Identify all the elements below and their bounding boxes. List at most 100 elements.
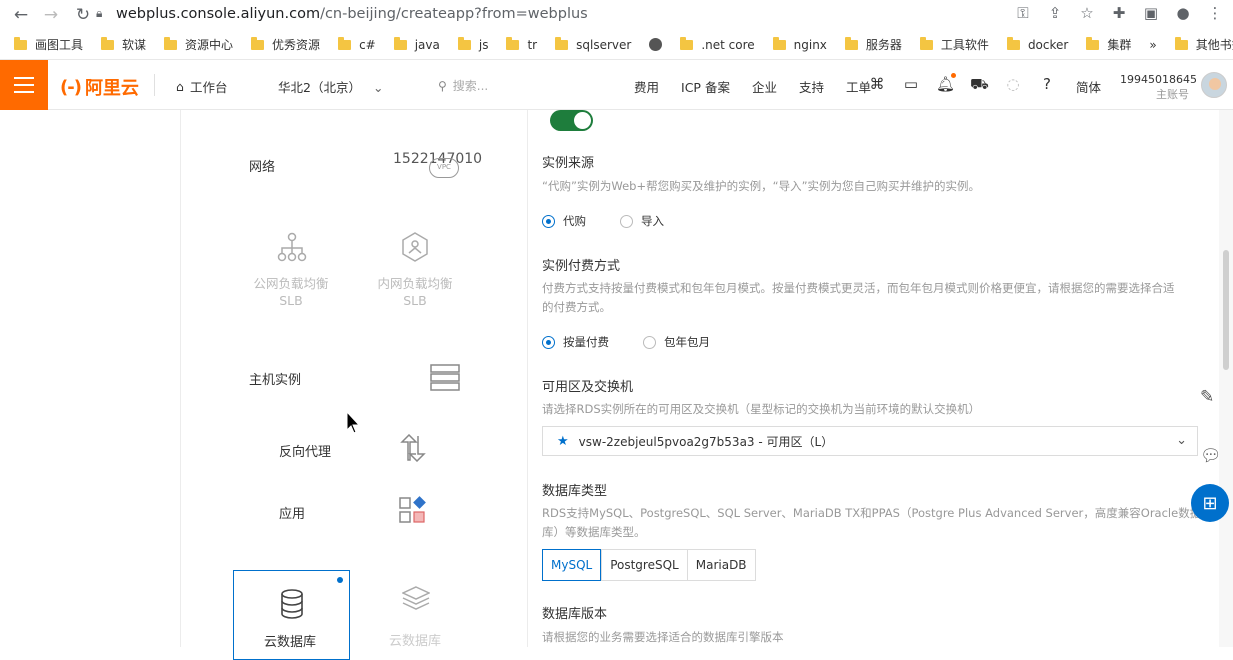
reverse-proxy-icon[interactable] (399, 433, 427, 466)
browser-actions: ⚿ ⇪ ☆ ✚ ▣ ● ⋮ (1013, 4, 1225, 22)
vswitch-select[interactable]: ★ vsw-2zebjeul5pvoa2g7b53a3 - 可用区（L） ⌄ (542, 426, 1198, 456)
billing-desc-line: 的付费方式。 (542, 300, 611, 314)
menu-icon[interactable]: ⋮ (1205, 4, 1225, 22)
bookmark-label: docker (1027, 37, 1069, 52)
billing-desc: 付费方式支持按量付费模式和包年包月模式。按量付费模式更灵活，而包年包月模式则价格… (542, 279, 1175, 317)
search-box[interactable]: ⚲ 搜索... (438, 77, 488, 94)
apps-float-icon[interactable]: ⊞ (1191, 484, 1229, 522)
address-bar[interactable]: webplus.console.aliyun.com/cn-beijing/cr… (116, 6, 588, 22)
console-header: (-) 阿里云 ⌂ 工作台 华北2（北京） ⌄ ⚲ 搜索... 费用 ICP 备… (0, 60, 1233, 110)
radio-daigou[interactable]: 代购 (542, 213, 586, 229)
extensions-icon[interactable]: ✚ (1109, 4, 1129, 22)
cart-icon[interactable]: ⛟ (970, 75, 989, 95)
bookmarks-overflow[interactable]: » (1149, 38, 1156, 52)
bookmark-label: 其他书签 (1195, 38, 1233, 52)
bookmark[interactable]: c# (338, 36, 376, 52)
bookmark-label: 资源中心 (185, 38, 234, 52)
bookmark[interactable]: 画图工具 (14, 36, 83, 53)
network-label: 网络 (249, 160, 276, 175)
dbtype-desc-line: 库）等数据库类型。 (542, 525, 646, 539)
nav-support[interactable]: 支持 (799, 77, 824, 96)
code-icon[interactable]: ⌘ (868, 75, 886, 95)
star-icon[interactable]: ☆ (1077, 4, 1097, 22)
private-slb-label[interactable]: 内网负载均衡 SLB (365, 275, 465, 309)
hamburger-menu-icon[interactable] (0, 60, 48, 110)
nav-enterprise[interactable]: 企业 (752, 77, 777, 96)
radio-label: 包年包月 (664, 335, 710, 349)
chat-icon[interactable]: 💬︎ (1200, 446, 1222, 466)
radio-import[interactable]: 导入 (620, 213, 664, 229)
db-mysql-option[interactable]: MySQL (542, 549, 602, 581)
help-icon[interactable]: ? (1038, 75, 1056, 95)
bookmark[interactable]: 服务器 (844, 36, 902, 53)
reload-icon[interactable]: ↻ (72, 4, 94, 26)
aliyun-logo[interactable]: (-) 阿里云 (60, 74, 139, 100)
nav-fees[interactable]: 费用 (634, 77, 659, 96)
scrollbar[interactable] (1219, 110, 1233, 647)
application-label: 应用 (279, 507, 306, 522)
radio-subscription[interactable]: 包年包月 (643, 334, 710, 350)
bookmark[interactable]: tr (506, 36, 537, 52)
folder-icon (1174, 36, 1188, 50)
vswitch-value: vsw-2zebjeul5pvoa2g7b53a3 - 可用区（L） (578, 434, 834, 449)
radio-label: 代购 (563, 214, 586, 228)
avatar[interactable] (1201, 72, 1227, 98)
bookmark[interactable]: 工具软件 (919, 36, 989, 53)
workbench-link[interactable]: ⌂ 工作台 (176, 77, 227, 96)
dbver-desc: 请根据您的业务需要选择适合的数据库引擎版本 (542, 630, 784, 644)
bookmark[interactable] (649, 38, 670, 51)
db-postgresql-option[interactable]: PostgreSQL (601, 550, 687, 580)
profile-icon[interactable]: ● (1173, 4, 1193, 22)
layers-icon[interactable] (401, 586, 431, 616)
folder-icon (251, 36, 265, 50)
edit-icon[interactable]: ✎ (1200, 387, 1214, 407)
forward-icon[interactable]: → (40, 4, 62, 26)
instance-source-radios: 代购 导入 (542, 213, 698, 229)
account-type: 主账号 (1156, 88, 1189, 101)
bookmark-other[interactable]: 其他书签 (1174, 36, 1233, 53)
bookmark[interactable]: 资源中心 (164, 36, 233, 53)
bookmark[interactable]: 集群 (1086, 36, 1131, 53)
bookmark[interactable]: java (393, 36, 440, 52)
public-slb-label[interactable]: 公网负载均衡 SLB (241, 275, 341, 309)
db-mariadb-option[interactable]: MariaDB (686, 550, 755, 580)
region-label: 华北2（北京） (278, 80, 361, 95)
back-icon[interactable]: ← (10, 4, 32, 26)
bookmark[interactable]: sqlserver (555, 36, 632, 52)
bell-icon[interactable]: 🔔︎ (936, 73, 956, 95)
toggle-switch[interactable] (550, 110, 593, 131)
lightbulb-icon[interactable]: ◌ (1004, 75, 1022, 95)
url-path: /cn-beijing/createapp?from=webplus (320, 6, 588, 22)
header-icons: ⌘ ▭ 🔔︎ ⛟ ◌ ? (868, 73, 1056, 95)
sidepanel-icon[interactable]: ▣ (1141, 4, 1161, 22)
bookmark[interactable]: 软谋 (101, 36, 146, 53)
reverse-proxy-label: 反向代理 (279, 445, 332, 460)
bookmark[interactable]: .net core (680, 36, 755, 52)
folder-icon (506, 36, 520, 50)
header-nav: 费用 ICP 备案 企业 支持 工单 (634, 77, 893, 96)
language-switch[interactable]: 简体 (1076, 77, 1101, 96)
server-icon[interactable] (430, 364, 460, 396)
share-icon[interactable]: ⇪ (1045, 4, 1065, 22)
radio-pay-as-you-go[interactable]: 按量付费 (542, 334, 609, 350)
apps-icon[interactable] (399, 496, 427, 528)
bookmark[interactable]: 优秀资源 (251, 36, 320, 53)
cloud-db2-label[interactable]: 云数据库 (389, 630, 441, 649)
folder-icon (164, 36, 178, 50)
bookmark-label: sqlserver (576, 37, 632, 52)
bookmark-label: 服务器 (865, 38, 902, 52)
region-selector[interactable]: 华北2（北京） ⌄ (278, 77, 383, 96)
private-slb-icon (400, 231, 430, 267)
scrollbar-thumb[interactable] (1223, 250, 1229, 370)
bookmark[interactable]: js (457, 36, 488, 52)
bookmark-label: .net core (701, 37, 755, 52)
radio-dot (643, 335, 656, 349)
nav-icp[interactable]: ICP 备案 (681, 77, 730, 96)
folder-icon (338, 36, 352, 50)
instance-source-desc: “代购”实例为Web+帮您购买及维护的实例，“导入”实例为您自己购买并维护的实例… (542, 179, 981, 193)
account-info[interactable]: 19945018645 主账号 (1120, 72, 1197, 102)
terminal-icon[interactable]: ▭ (902, 75, 920, 95)
bookmark[interactable]: docker (1006, 36, 1069, 52)
bookmark[interactable]: nginx (772, 36, 827, 52)
key-icon[interactable]: ⚿ (1013, 4, 1033, 22)
